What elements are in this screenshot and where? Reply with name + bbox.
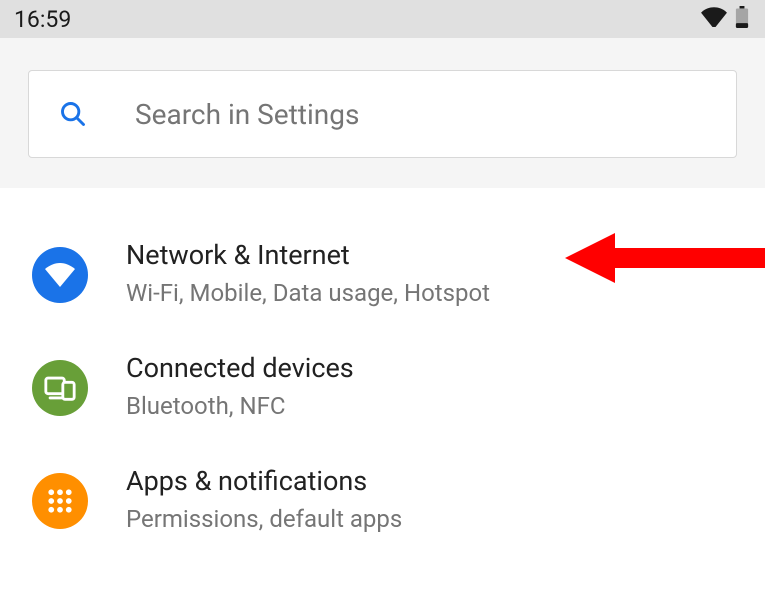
item-text: Connected devices Bluetooth, NFC [126, 351, 735, 424]
apps-grid-icon [32, 473, 88, 529]
settings-item-apps[interactable]: Apps & notifications Permissions, defaul… [0, 444, 765, 557]
search-section: Search in Settings [0, 38, 765, 188]
wifi-icon [32, 247, 88, 303]
search-placeholder: Search in Settings [135, 98, 359, 131]
status-bar: 16:59 [0, 0, 765, 38]
settings-item-connected-devices[interactable]: Connected devices Bluetooth, NFC [0, 331, 765, 444]
wifi-status-icon [701, 7, 727, 31]
search-icon [59, 99, 87, 129]
item-subtitle: Bluetooth, NFC [126, 388, 735, 424]
search-box[interactable]: Search in Settings [28, 70, 737, 158]
item-text: Apps & notifications Permissions, defaul… [126, 464, 735, 537]
item-subtitle: Wi-Fi, Mobile, Data usage, Hotspot [126, 275, 735, 311]
devices-icon [32, 360, 88, 416]
status-time: 16:59 [14, 6, 71, 33]
item-subtitle: Permissions, default apps [126, 501, 735, 537]
settings-list: Network & Internet Wi-Fi, Mobile, Data u… [0, 188, 765, 557]
item-title: Connected devices [126, 351, 735, 386]
item-title: Network & Internet [126, 238, 735, 273]
settings-item-network[interactable]: Network & Internet Wi-Fi, Mobile, Data u… [0, 218, 765, 331]
item-title: Apps & notifications [126, 464, 735, 499]
item-text: Network & Internet Wi-Fi, Mobile, Data u… [126, 238, 735, 311]
battery-icon [735, 6, 749, 32]
status-icons [701, 6, 749, 32]
